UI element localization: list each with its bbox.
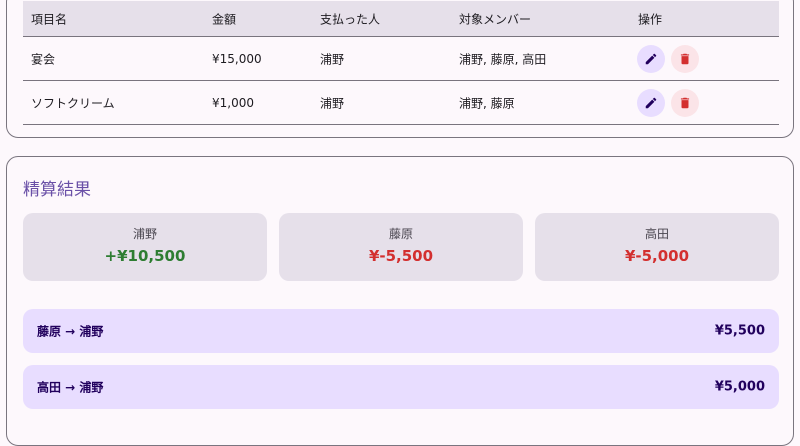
balance-amount: ¥-5,500 (368, 247, 434, 265)
trash-icon (680, 97, 690, 108)
header-amount: 金額 (212, 12, 237, 26)
table-row: 宴会 ¥15,000 浦野 浦野, 藤原, 高田 (23, 37, 779, 81)
header-members: 対象メンバー (459, 12, 532, 26)
transfer-amount: ¥5,000 (714, 379, 765, 395)
row-payer: 浦野 (320, 96, 345, 110)
settlement-card: 精算結果 浦野 +¥10,500 藤原 ¥-5,500 高田 ¥-5,000 藤… (6, 156, 794, 446)
transfer-route: 高田 → 浦野 (37, 380, 104, 395)
row-members: 浦野, 藤原, 高田 (459, 52, 547, 66)
transfer-route: 藤原 → 浦野 (37, 324, 104, 339)
table-row: ソフトクリーム ¥1,000 浦野 浦野, 藤原 (23, 81, 779, 125)
pencil-icon (645, 53, 657, 64)
balance-amount: ¥-5,000 (624, 247, 690, 265)
transfer-item: 藤原 → 浦野 ¥5,500 (23, 309, 779, 353)
table-header: 項目名 金額 支払った人 対象メンバー 操作 (23, 1, 779, 37)
row-item: 宴会 (31, 52, 56, 66)
balance-card: 藤原 ¥-5,500 (279, 213, 523, 281)
balance-card: 浦野 +¥10,500 (23, 213, 267, 281)
expenses-card: 項目名 金額 支払った人 対象メンバー 操作 宴会 ¥15,000 浦野 浦野,… (6, 0, 794, 138)
pencil-icon (645, 97, 657, 108)
transfer-item: 高田 → 浦野 ¥5,000 (23, 365, 779, 409)
row-actions (637, 88, 699, 117)
expenses-table: 項目名 金額 支払った人 対象メンバー 操作 宴会 ¥15,000 浦野 浦野,… (23, 1, 779, 125)
delete-button[interactable] (671, 44, 699, 73)
header-item: 項目名 (31, 12, 68, 26)
row-amount: ¥15,000 (212, 51, 262, 66)
balance-amount: +¥10,500 (104, 247, 186, 265)
header-payer: 支払った人 (320, 12, 381, 26)
row-actions (637, 44, 699, 73)
transfer-amount: ¥5,500 (714, 323, 765, 339)
header-actions: 操作 (638, 12, 663, 26)
settlement-title: 精算結果 (23, 180, 91, 200)
delete-button[interactable] (671, 88, 699, 117)
trash-icon (680, 53, 690, 64)
row-members: 浦野, 藤原 (459, 96, 515, 110)
balance-card: 高田 ¥-5,000 (535, 213, 779, 281)
balance-name: 浦野 (132, 227, 157, 241)
edit-button[interactable] (637, 88, 665, 117)
row-item: ソフトクリーム (31, 96, 115, 110)
row-amount: ¥1,000 (212, 95, 254, 110)
row-payer: 浦野 (320, 52, 345, 66)
balance-name: 高田 (644, 227, 669, 241)
edit-button[interactable] (637, 44, 665, 73)
balance-name: 藤原 (388, 227, 413, 241)
